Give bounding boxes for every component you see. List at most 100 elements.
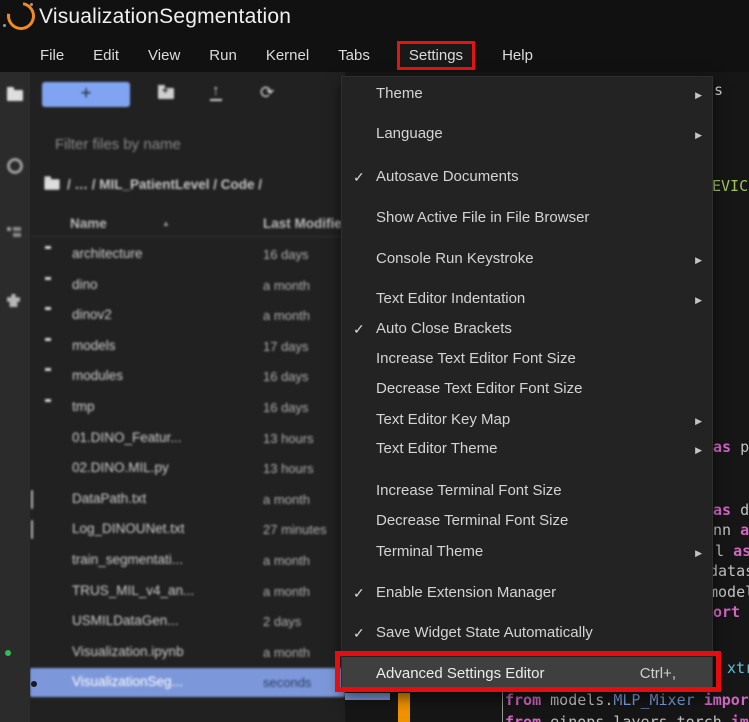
file-list-header: Name ▲ Last Modified [30,214,345,237]
new-folder-icon[interactable] [158,85,174,99]
menu-item-shortcut: Ctrl+, [639,665,676,682]
file-row-architecture[interactable]: architecture 16 days [30,240,345,269]
checkmark-icon: ✓ [353,585,365,601]
file-row-visualization-ipynb[interactable]: Visualization.ipynb a month [30,638,345,667]
submenu-arrow-icon: ▶ [695,295,702,305]
file-row-dinov2[interactable]: dinov2 a month [30,301,345,330]
home-folder-icon[interactable] [44,176,60,190]
filter-files-input[interactable]: Filter files by name [55,136,181,153]
menu-item-decrease-text-editor-font-size[interactable]: Decrease Text Editor Font Size [342,374,712,404]
menu-item-text-editor-theme[interactable]: Text Editor Theme ▶ [342,434,712,464]
menu-item-theme[interactable]: Theme ▶ [342,79,712,109]
file-name: dinov2 [72,307,112,322]
submenu-arrow-icon: ▶ [695,548,702,558]
kernel-running-dot-selected [31,681,37,687]
file-row-log-dinounet-txt[interactable]: Log_DINOUNet.txt 27 minutes [30,515,345,544]
refresh-icon[interactable]: ⟳ [260,83,274,103]
menu-item-label: Decrease Text Editor Font Size [376,380,583,397]
menu-item-label: Increase Text Editor Font Size [376,350,576,367]
file-row-tmp[interactable]: tmp 16 days [30,393,345,422]
code-fragment: EVIC [712,177,749,195]
table-of-contents-icon[interactable] [7,226,21,238]
file-browser-icon[interactable] [7,87,23,101]
menubar-item-tabs[interactable]: Tabs [336,44,372,67]
file-name: train_segmentati... [72,552,184,567]
menu-item-text-editor-indentation[interactable]: Text Editor Indentation ▶ [342,284,712,314]
file-modified: a month [263,584,310,599]
menu-item-terminal-theme[interactable]: Terminal Theme ▶ [342,537,712,567]
menu-item-advanced-settings-editor[interactable]: Advanced Settings Editor Ctrl+, [342,657,712,691]
file-row-dino[interactable]: dino a month [30,271,345,300]
new-launcher-button[interactable]: + [42,82,130,107]
checkmark-icon: ✓ [353,321,365,337]
file-modified: a month [263,492,310,507]
logo-dot [30,3,33,6]
file-row-datapath-txt[interactable]: DataPath.txt a month [30,485,345,514]
file-name: architecture [72,246,143,261]
running-kernels-icon[interactable] [7,158,23,174]
title-bar: VisualizationSegmentation [0,0,749,38]
file-row-train-segmentati-[interactable]: train_segmentati... a month [30,546,345,575]
menu-item-show-active-file-in-file-browser[interactable]: Show Active File in File Browser [342,203,712,233]
file-name: tmp [72,399,95,414]
settings-dropdown-menu: Theme ▶ Language ▶ ✓ Autosave Documents Show A… [341,76,713,692]
extensions-icon[interactable] [7,294,20,307]
file-modified: 16 days [263,247,309,262]
file-row-trus-mil-v4-an-[interactable]: TRUS_MIL_v4_an... a month [30,577,345,606]
file-name: DataPath.txt [72,491,147,506]
code-fragment: as d [713,501,749,519]
sort-asc-icon[interactable]: ▲ [162,219,170,228]
file-row-01-dino-featur-[interactable]: 01.DINO_Featur... 13 hours [30,424,345,453]
menu-item-label: Theme [376,85,423,102]
menu-item-decrease-terminal-font-size[interactable]: Decrease Terminal Font Size [342,506,712,536]
menu-item-label: Text Editor Indentation [376,290,526,307]
menu-item-auto-close-brackets[interactable]: ✓ Auto Close Brackets [342,314,712,344]
code-fragment: as p [713,438,749,456]
menu-item-language[interactable]: Language ▶ [342,119,712,149]
menu-item-enable-extension-manager[interactable]: ✓ Enable Extension Manager [342,578,712,608]
menu-item-label: Console Run Keystroke [376,250,534,267]
code-fragment: s In [714,81,724,99]
file-name: Log_DINOUNet.txt [72,521,185,536]
menu-item-label: Terminal Theme [376,543,484,560]
jupyterlab-window: VisualizationSegmentation File Edit View Ru… [0,0,749,722]
menu-item-label: Increase Terminal Font Size [376,482,562,499]
menu-item-increase-text-editor-font-size[interactable]: Increase Text Editor Font Size [342,344,712,374]
file-modified: 13 hours [263,461,314,476]
column-last-modified[interactable]: Last Modified [263,216,345,231]
menu-item-label: Autosave Documents [376,168,519,185]
file-row-02-dino-mil-py[interactable]: 02.DINO.MIL.py 13 hours [30,454,345,483]
file-modified: a month [263,278,310,293]
file-modified: 13 hours [263,431,314,446]
file-row-models[interactable]: models 17 days [30,332,345,361]
column-name[interactable]: Name [70,216,107,231]
upload-icon[interactable]: ↑ [210,82,222,101]
menubar-item-edit[interactable]: Edit [91,44,121,67]
file-modified: 27 minutes [263,522,327,537]
menubar-item-view[interactable]: View [146,44,182,67]
menu-item-console-run-keystroke[interactable]: Console Run Keystroke ▶ [342,244,712,274]
file-row-modules[interactable]: modules 16 days [30,362,345,391]
menubar-item-settings[interactable]: Settings [396,40,476,70]
menubar-item-run[interactable]: Run [207,44,239,67]
file-modified: a month [263,645,310,660]
file-row-visualizationseg-[interactable]: VisualizationSeg... seconds [30,668,345,697]
menu-item-label: Auto Close Brackets [376,320,512,337]
menubar-item-kernel[interactable]: Kernel [264,44,311,67]
code-fragment: from einops.layers.torch impo [505,713,749,722]
breadcrumb-path[interactable]: / … / MIL_PatientLevel / Code / [67,177,262,192]
logo-dot [3,24,6,27]
menu-item-save-widget-state-automatically[interactable]: ✓ Save Widget State Automatically [342,618,712,648]
file-name: 02.DINO.MIL.py [72,460,169,475]
file-row-usmildatagen-[interactable]: USMILDataGen... 2 days [30,607,345,636]
menubar-item-file[interactable]: File [38,44,66,67]
menu-item-increase-terminal-font-size[interactable]: Increase Terminal Font Size [342,476,712,506]
menu-item-autosave-documents[interactable]: ✓ Autosave Documents [342,162,712,192]
code-fragment: from models.MLP_Mixer import [505,691,749,709]
menubar-item-help[interactable]: Help [500,44,535,67]
file-browser-panel: + ↑ ⟳ Filter files by name / … / MIL_Pat… [30,72,345,722]
menu-item-text-editor-key-map[interactable]: Text Editor Key Map ▶ [342,405,712,435]
breadcrumb[interactable]: / … / MIL_PatientLevel / Code / [44,176,262,192]
file-browser-toolbar: + ↑ ⟳ [30,80,345,110]
submenu-arrow-icon: ▶ [695,416,702,426]
